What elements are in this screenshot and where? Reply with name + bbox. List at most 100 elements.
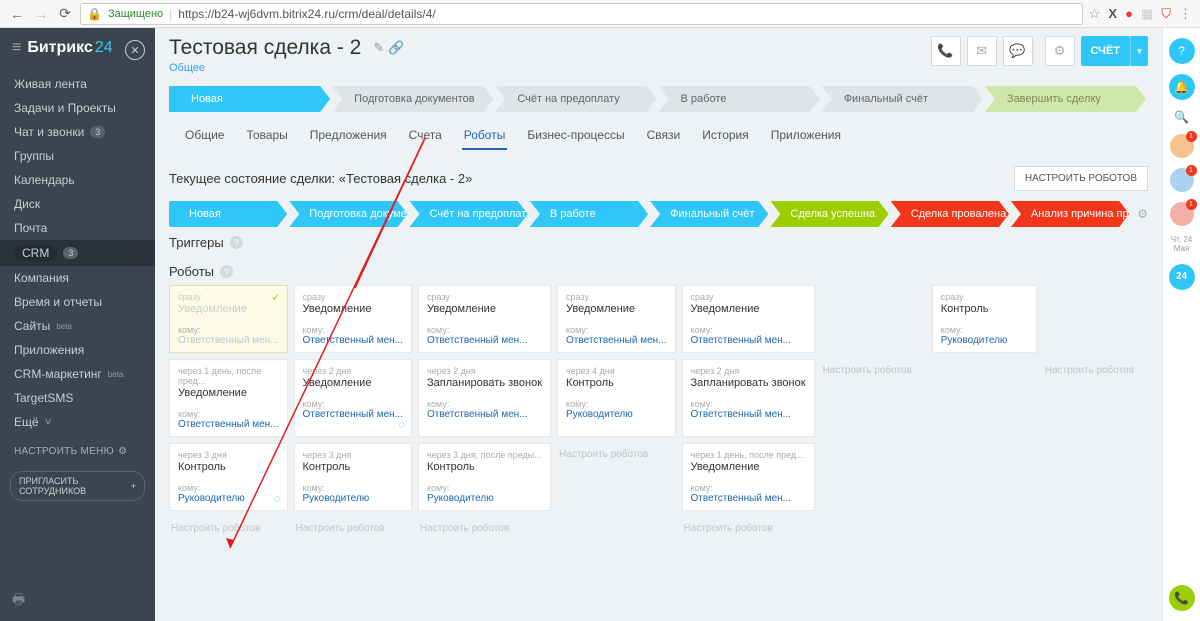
call-button[interactable]: 📞 <box>1169 585 1195 611</box>
sidebar-item[interactable]: Чат и звонки3 <box>0 120 155 144</box>
link-icon[interactable]: 🔗 <box>388 40 404 55</box>
address-bar[interactable]: 🔒 Защищено | https://b24-wj6dvm.bitrix24… <box>80 3 1083 25</box>
tab[interactable]: Предложения <box>308 122 389 150</box>
robot-card[interactable]: через 3 дняКонтролькому:Руководителю <box>294 443 413 511</box>
search-icon[interactable]: 🔍 <box>1174 110 1189 124</box>
tab[interactable]: Связи <box>645 122 683 150</box>
sidebar-item[interactable]: Живая лента <box>0 72 155 96</box>
tab[interactable]: Приложения <box>769 122 843 150</box>
recipient-link[interactable]: Ответственный мен... <box>691 409 806 420</box>
recipient-link[interactable]: Ответственный мен... <box>303 409 404 420</box>
collapse-sidebar-icon[interactable]: ✕ <box>125 40 145 60</box>
robot-card[interactable]: сразуКонтролькому:Руководителю <box>932 285 1037 353</box>
add-robot-placeholder[interactable]: Настроить роботов <box>821 359 926 437</box>
tab[interactable]: Роботы <box>462 122 508 150</box>
add-robot-placeholder[interactable]: Настроить роботов <box>169 517 288 540</box>
robot-stage[interactable]: Сделка успешна <box>770 201 888 227</box>
help-icon[interactable]: ? <box>230 236 243 249</box>
robot-card[interactable]: через 1 день, после пред...Уведомлениеко… <box>169 359 288 437</box>
sidebar-item[interactable]: CRM3 <box>0 240 155 266</box>
edit-icon[interactable]: ✎ <box>373 40 384 55</box>
sidebar-item[interactable]: Сайты beta <box>0 314 155 338</box>
sidebar-item[interactable]: TargetSMS <box>0 386 155 410</box>
print-icon[interactable]: 🖶 <box>12 589 25 613</box>
add-robot-placeholder[interactable]: Настроить роботов <box>557 443 676 511</box>
avatar[interactable]: 1 <box>1170 168 1194 192</box>
stage[interactable]: Подготовка документов <box>332 86 493 112</box>
robot-card[interactable]: сразуУведомлениекому:Ответственный мен..… <box>418 285 551 353</box>
robot-card[interactable]: через 3 дняКонтролькому:Руководителю◌ <box>169 443 288 511</box>
menu-icon[interactable]: ⋮ <box>1179 6 1192 22</box>
avatar[interactable]: 1 <box>1170 202 1194 226</box>
add-robot-placeholder[interactable]: Настроить роботов <box>682 517 815 540</box>
robot-stage[interactable]: Подготовка документ... <box>289 201 407 227</box>
tab[interactable]: Товары <box>244 122 289 150</box>
tab[interactable]: Общие <box>183 122 226 150</box>
sidebar-item[interactable]: Приложения <box>0 338 155 362</box>
robot-card[interactable]: сразуУведомлениекому:Ответственный мен..… <box>557 285 676 353</box>
recipient-link[interactable]: Ответственный мен... <box>566 335 667 346</box>
ext-yandex-icon[interactable]: ● <box>1125 6 1133 21</box>
bookmark-icon[interactable]: ☆ <box>1089 6 1101 22</box>
add-robot-placeholder[interactable]: Настроить роботов <box>1043 359 1148 437</box>
mail-button[interactable]: ✉ <box>967 36 997 66</box>
hamburger-icon[interactable]: ≡ <box>12 39 21 57</box>
forward-icon[interactable]: → <box>32 6 50 22</box>
configure-menu[interactable]: настроить меню⚙ <box>0 438 155 465</box>
robot-stage[interactable]: Счёт на предоплату <box>410 201 528 227</box>
recipient-link[interactable]: Руководителю <box>303 493 404 504</box>
robot-stage[interactable]: Анализ причина пр... <box>1011 201 1129 227</box>
recipient-link[interactable]: Руководителю <box>427 493 542 504</box>
bell-icon[interactable]: 🔔 <box>1169 74 1195 100</box>
robot-stage[interactable]: В работе <box>530 201 648 227</box>
ext-x-icon[interactable]: X <box>1108 6 1117 21</box>
ext-icon[interactable]: ▦ <box>1141 6 1153 22</box>
robot-card[interactable]: через 4 дняКонтролькому:Руководителю <box>557 359 676 437</box>
tab[interactable]: Счета <box>407 122 444 150</box>
robot-stage[interactable]: Сделка провалена <box>891 201 1009 227</box>
robot-card[interactable]: через 3 дня, после преды...Контролькому:… <box>418 443 551 511</box>
stage[interactable]: В работе <box>659 86 820 112</box>
reload-icon[interactable]: ⟳ <box>56 5 74 22</box>
sidebar-item[interactable]: Диск <box>0 192 155 216</box>
recipient-link[interactable]: Ответственный мен... <box>303 335 404 346</box>
gear-icon[interactable]: ⚙ <box>1137 207 1148 221</box>
recipient-link[interactable]: Руководителю <box>566 409 667 420</box>
invoice-button[interactable]: СЧЁТ <box>1081 36 1130 66</box>
recipient-link[interactable]: Ответственный мен... <box>178 335 279 346</box>
settings-button[interactable]: ⚙ <box>1045 36 1075 66</box>
stage[interactable]: Финальный счёт <box>822 86 983 112</box>
robot-card[interactable]: сразуУведомлениекому:Ответственный мен..… <box>169 285 288 353</box>
tab[interactable]: Бизнес-процессы <box>525 122 626 150</box>
robot-card[interactable]: сразуУведомлениекому:Ответственный мен..… <box>294 285 413 353</box>
breadcrumb[interactable]: Общее <box>169 62 404 74</box>
sidebar-item[interactable]: Задачи и Проекты <box>0 96 155 120</box>
avatar[interactable]: 1 <box>1170 134 1194 158</box>
robot-card[interactable]: через 2 дняУведомлениекому:Ответственный… <box>294 359 413 437</box>
recipient-link[interactable]: Ответственный мен... <box>691 335 806 346</box>
recipient-link[interactable]: Ответственный мен... <box>427 335 542 346</box>
sidebar-item[interactable]: Календарь <box>0 168 155 192</box>
ext-shield-icon[interactable]: ⛉ <box>1161 6 1171 22</box>
b24-icon[interactable]: 24 <box>1169 264 1195 290</box>
sidebar-item[interactable]: Время и отчеты <box>0 290 155 314</box>
stage[interactable]: Завершить сделку <box>985 86 1146 112</box>
sidebar-item[interactable]: Ещё ˅ <box>0 410 155 434</box>
stage[interactable]: Счёт на предоплату <box>495 86 656 112</box>
robot-card[interactable]: сразуУведомлениекому:Ответственный мен..… <box>682 285 815 353</box>
tab[interactable]: История <box>700 122 751 150</box>
recipient-link[interactable]: Ответственный мен... <box>427 409 542 420</box>
help-bubble-icon[interactable]: ? <box>1169 38 1195 64</box>
stage[interactable]: Новая <box>169 86 330 112</box>
configure-robots-button[interactable]: НАСТРОИТЬ РОБОТОВ <box>1014 166 1148 191</box>
robot-stage[interactable]: Новая <box>169 201 287 227</box>
sidebar-item[interactable]: Группы <box>0 144 155 168</box>
phone-button[interactable]: 📞 <box>931 36 961 66</box>
recipient-link[interactable]: Ответственный мен... <box>178 419 279 430</box>
recipient-link[interactable]: Ответственный мен... <box>691 493 806 504</box>
add-robot-placeholder[interactable]: Настроить роботов <box>418 517 551 540</box>
back-icon[interactable]: ← <box>8 6 26 22</box>
robot-card[interactable]: через 2 дняЗапланировать звоноккому:Отве… <box>418 359 551 437</box>
robot-stage[interactable]: Финальный счёт <box>650 201 768 227</box>
sidebar-item[interactable]: CRM-маркетинг beta <box>0 362 155 386</box>
